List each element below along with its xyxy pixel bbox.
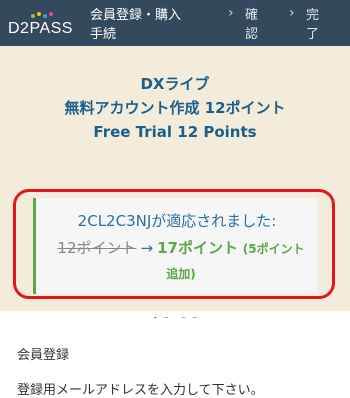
product-name: DXライブ <box>140 75 210 93</box>
logo-dots-icon <box>31 12 53 20</box>
step-complete: 完了 <box>306 8 320 42</box>
registration-section: 会員登録 登録用メールアドレスを入力して下さい。 <box>0 318 350 398</box>
product-offer-ja: 無料アカウント作成 12ポイント <box>64 99 286 117</box>
chevron-right-icon: › <box>289 5 295 21</box>
chevron-right-icon: › <box>228 5 234 21</box>
product-offer-en: Free Trial 12 Points <box>93 123 257 141</box>
promo-panel: DXライブ 無料アカウント作成 12ポイント Free Trial 12 Poi… <box>0 46 350 341</box>
product-title: DXライブ 無料アカウント作成 12ポイント Free Trial 12 Poi… <box>0 72 350 144</box>
highlight-annotation <box>13 189 335 299</box>
step-confirm: 確認 <box>245 8 259 42</box>
section-description: 登録用メールアドレスを入力して下さい。 <box>17 383 264 398</box>
logo-text: D2PASS <box>8 20 73 37</box>
d2pass-logo[interactable]: D2PASS <box>8 9 80 39</box>
section-title: 会員登録 <box>17 348 70 363</box>
step-register-purchase: 会員登録・購入手続 <box>90 8 182 42</box>
top-header: D2PASS 会員登録・購入手続 › 確認 › 完了 <box>0 0 350 46</box>
